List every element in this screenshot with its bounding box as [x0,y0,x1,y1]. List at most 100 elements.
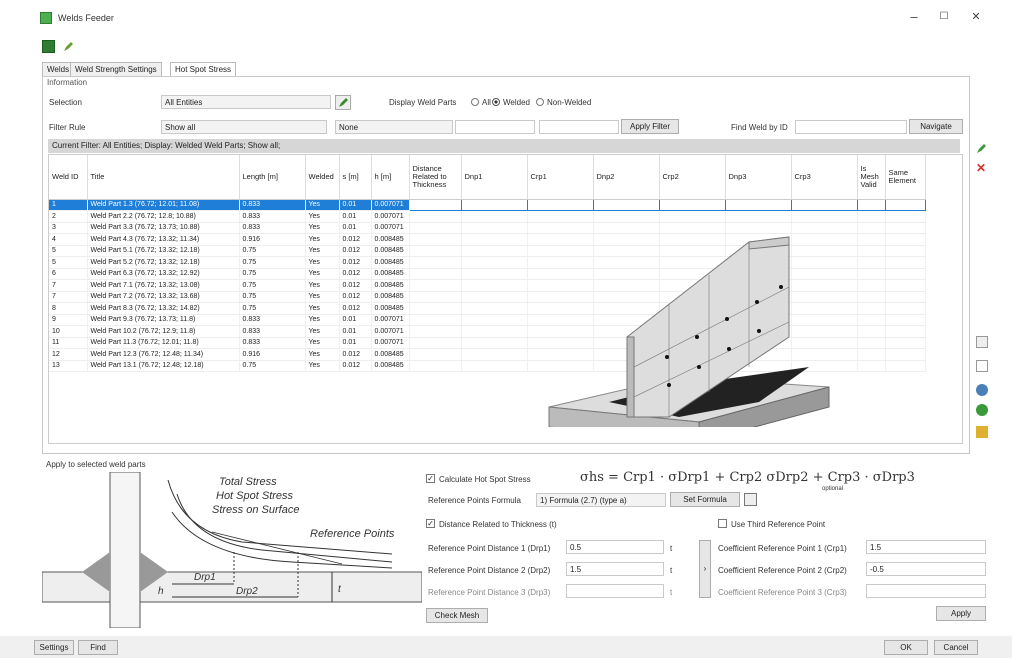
weld-3d-view[interactable] [519,227,919,427]
coef2-input[interactable]: -0.5 [866,562,986,576]
coef3-input[interactable] [866,584,986,598]
filter-rule-select[interactable]: Show all [161,120,327,134]
cancel-button[interactable]: Cancel [934,640,978,655]
radio-welded[interactable] [492,98,500,106]
total-stress-label: Total Stress [219,476,277,488]
table-cell [659,210,726,223]
zoom-fit-icon[interactable] [976,404,988,416]
pick-icon[interactable] [976,142,988,154]
formula-optional-note: optional [822,486,844,492]
settings-view-icon[interactable] [976,426,988,438]
radio-welded-label: Welded [503,98,530,107]
table-cell: 6 [49,268,88,280]
hot-spot-diagram: Apply to selected weld parts Total Stres… [42,458,422,628]
minimize-button[interactable]: – [902,8,926,26]
rpd1-input[interactable]: 0.5 [566,540,664,554]
table-cell [409,314,462,326]
radio-non-welded-label: Non-Welded [547,98,592,107]
table-cell: 0.007071 [371,337,410,349]
ok-button[interactable]: OK [884,640,928,655]
rpd1-unit: t [670,544,673,553]
table-row[interactable]: 1 Weld Part 1.3 (76.72; 12.01; 11.08) 0.83… [49,198,926,211]
table-cell: Weld Part 12.3 (76.72; 12.48; 11.34) [87,348,240,361]
third-ref-checkbox[interactable] [718,519,727,528]
table-cell [409,360,462,372]
rpd3-input[interactable] [566,584,664,598]
column-header[interactable]: h [m] [371,155,410,200]
grid-view-icon[interactable] [976,336,988,348]
radio-non-welded[interactable] [536,98,544,106]
calc-hss-checkbox[interactable]: ✓ [426,474,435,483]
column-header[interactable]: Distance Related to Thickness [409,155,462,200]
window-title: Welds Feeder [58,13,114,23]
selection-field[interactable]: All Entities [161,95,331,109]
hss-settings-panel: ✓ Calculate Hot Spot Stress σhs = Crp1 ·… [422,458,990,628]
table-cell: 0.008485 [371,233,410,246]
rpd2-input[interactable]: 1.5 [566,562,664,576]
table-cell: Weld Part 5.1 (76.72; 13.32; 12.18) [87,245,240,257]
column-header[interactable]: Crp2 [659,155,726,200]
table-cell [791,210,858,223]
table-cell: Yes [305,268,340,280]
tab-weld-strength-settings[interactable]: Weld Strength Settings [70,62,162,76]
filter-property-select[interactable]: None [335,120,453,134]
filter-value-2[interactable] [539,120,619,134]
rpd3-label: Reference Point Distance 3 (Drp3) [428,588,551,597]
table-cell: 0.008485 [371,245,410,257]
apply-filter-button[interactable]: Apply Filter [621,119,679,134]
column-header[interactable]: Crp3 [791,155,858,200]
table-cell [885,210,926,223]
rpd2-label: Reference Point Distance 2 (Drp2) [428,566,551,575]
filter-value-1[interactable] [455,120,535,134]
check-mesh-button[interactable]: Check Mesh [426,608,488,623]
table-cell [461,348,528,361]
transfer-arrow-button[interactable]: › [699,540,711,598]
table-cell: 0.012 [339,360,372,372]
column-header[interactable]: Weld ID [49,155,88,200]
distance-related-label: Distance Related to Thickness (t) [439,520,557,529]
column-header[interactable]: Same Element [885,155,926,200]
table-cell: Yes [305,256,340,269]
column-header[interactable]: Dnp2 [593,155,660,200]
radio-all[interactable] [471,98,479,106]
ref-formula-select[interactable]: 1) Formula (2.7) (type a) [536,493,666,507]
table-cell: 9 [49,314,88,326]
navigate-button[interactable]: Navigate [909,119,963,134]
delete-icon[interactable]: ✕ [976,162,988,174]
column-header[interactable]: Welded [305,155,340,200]
third-ref-label: Use Third Reference Point [731,520,826,529]
coef1-input[interactable]: 1.5 [866,540,986,554]
coef3-label: Coefficient Reference Point 3 (Crp3) [718,588,847,597]
table-cell: 0.008485 [371,302,410,315]
table-cell: Weld Part 2.2 (76.72; 12.8; 10.88) [87,210,240,223]
table-row[interactable]: 2 Weld Part 2.2 (76.72; 12.8; 10.88) 0.833… [49,210,926,223]
zoom-icon[interactable] [976,384,988,396]
set-formula-button[interactable]: Set Formula [670,492,740,507]
table-cell [409,291,462,303]
column-header[interactable]: Length [m] [239,155,306,200]
table-cell [527,210,594,223]
save-icon[interactable] [42,40,55,53]
distance-related-checkbox[interactable]: ✓ [426,519,435,528]
column-header[interactable]: Title [87,155,240,200]
column-header[interactable]: Is Mesh Valid [857,155,886,200]
table-cell: 0.833 [239,337,306,349]
maximize-button[interactable]: ☐ [932,8,956,26]
table-cell: 8 [49,302,88,315]
find-weld-input[interactable] [795,120,907,134]
formula-info-icon[interactable] [744,493,757,506]
coef2-label: Coefficient Reference Point 2 (Crp2) [718,566,847,575]
find-button[interactable]: Find [78,640,118,655]
edit-icon[interactable] [62,40,75,53]
column-header[interactable]: Dnp3 [725,155,792,200]
column-header[interactable]: s [m] [339,155,372,200]
column-header[interactable]: Dnp1 [461,155,528,200]
settings-button[interactable]: Settings [34,640,74,655]
apply-button[interactable]: Apply [936,606,986,621]
frame-icon[interactable] [976,360,988,372]
tab-hot-spot-stress[interactable]: Hot Spot Stress [170,62,237,77]
table-cell: Yes [305,245,340,257]
close-button[interactable]: ✕ [964,8,988,26]
pick-selection-button[interactable] [335,95,351,110]
column-header[interactable]: Crp1 [527,155,594,200]
